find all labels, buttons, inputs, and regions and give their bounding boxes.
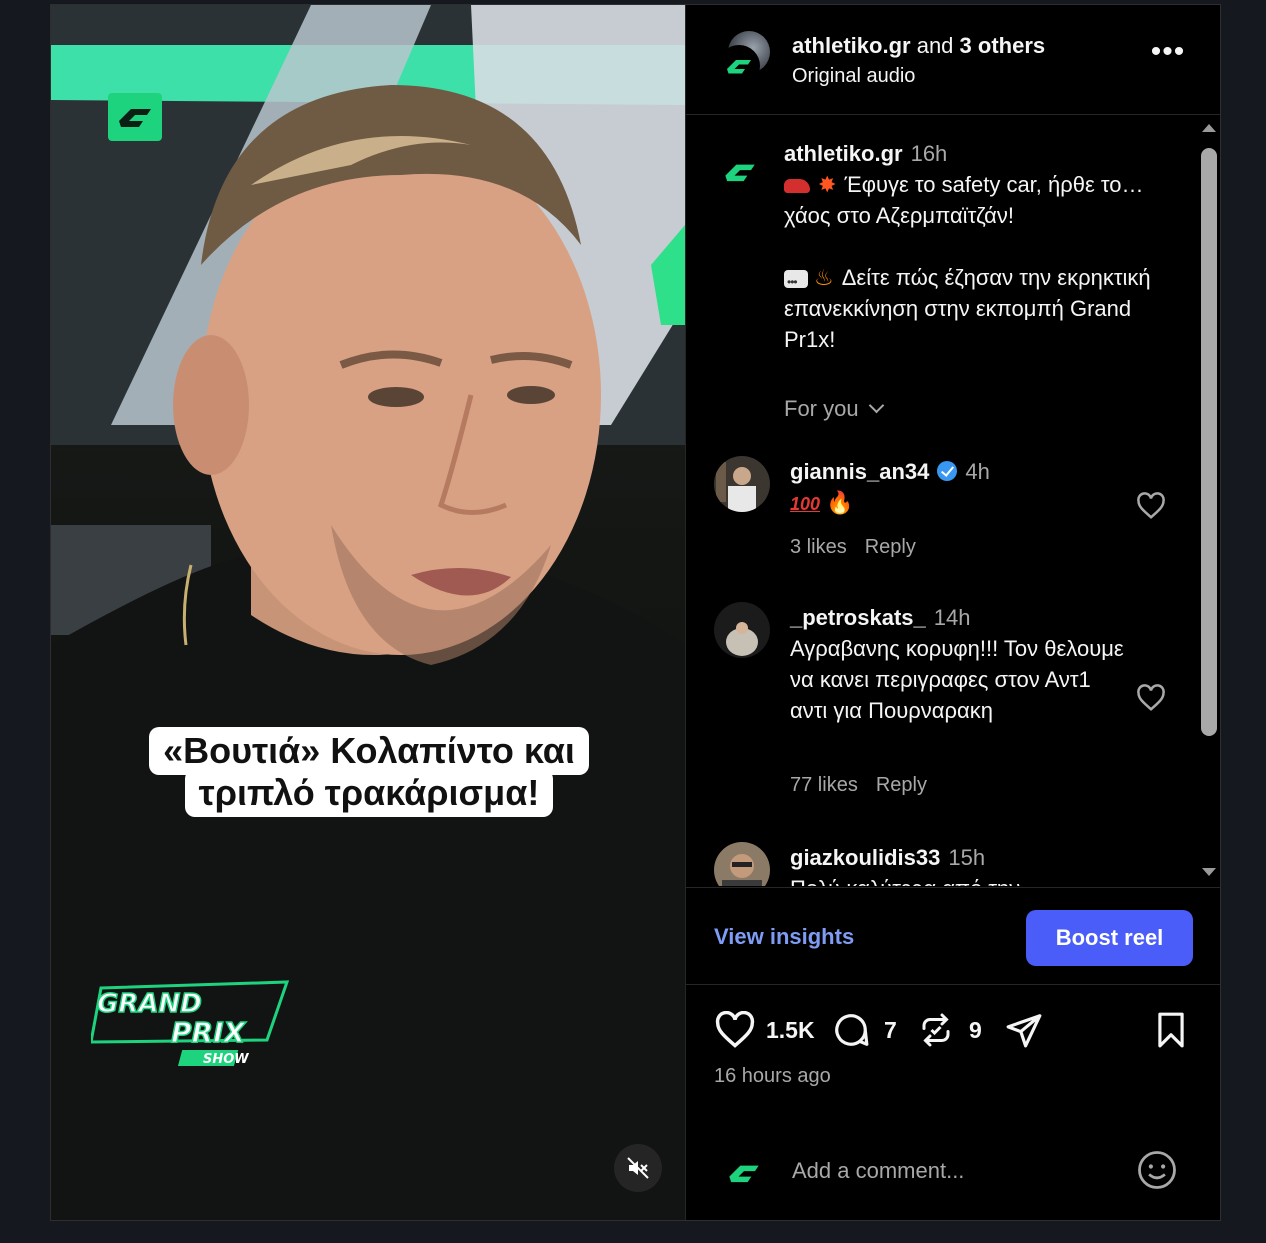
engagement-stats: 1.5K 7 9 16 hours ago [686,987,1220,1107]
header-title[interactable]: athletiko.gr and 3 others [792,33,1045,59]
like-heart-icon[interactable] [714,1011,756,1049]
scrollbar-thumb[interactable] [1201,148,1217,736]
speech-bubble-icon [784,267,808,298]
reel-video[interactable]: GRAND PRIX SHOW «Βουτιά» Κολαπίντο και τ… [51,5,685,1220]
comment-like-heart-icon[interactable] [1136,492,1166,520]
header-audio[interactable]: Original audio [792,65,915,88]
show-logo-grand: GRAND [97,989,202,1019]
scroll-down-arrow-icon[interactable] [1202,868,1216,876]
chevron-down-icon [868,397,884,414]
comment-sort-label: For you [784,396,859,421]
comment-username[interactable]: _petroskats_ [790,605,926,630]
comment-composer [686,1133,1220,1213]
comments-list[interactable]: athletiko.gr 16h ✸ Έφυγε το safety car, ήρ… [686,116,1196,886]
header-others[interactable]: 3 others [960,33,1046,58]
save-bookmark-icon[interactable] [1154,1011,1188,1049]
grand-prix-show-logo: GRAND PRIX SHOW [91,980,290,1067]
verified-badge-icon [937,461,958,481]
comment-likes[interactable]: 77 likes [790,774,858,796]
comment-item: giannis_an34 4h 100 🔥 3 likes Reply [714,456,1194,566]
comment-like-heart-icon[interactable] [1136,684,1166,712]
commenter-avatar[interactable] [714,602,770,658]
collision-icon: ✸ [818,172,837,197]
caption-paragraph-1-text: Έφυγε το safety car, ήρθε το… χάος στο Α… [784,172,1144,228]
emoji-picker-icon[interactable] [1136,1149,1178,1191]
comment-time: 14h [933,605,971,630]
reel-actions-bar: View insights Boost reel [686,887,1220,985]
speaker-muted-icon [627,1157,649,1179]
comments-scrollbar[interactable] [1196,116,1220,886]
comment-bubble-icon[interactable] [832,1011,870,1049]
mute-button[interactable] [614,1144,662,1192]
caption-author-avatar[interactable] [718,150,762,194]
video-caption-line-2: τριπλό τρακάρισμα! [184,769,554,817]
fire-icon: ♨ [814,265,834,290]
comment-text-emoji: 🔥 [826,490,854,515]
comment-sort-dropdown[interactable]: For you [784,396,884,422]
show-logo-show: SHOW [203,1052,249,1067]
more-options-button[interactable]: ••• [1148,37,1188,73]
boost-reel-button[interactable]: Boost reel [1026,910,1193,966]
comment-username[interactable]: giazkoulidis33 [790,845,940,870]
reel-modal: GRAND PRIX SHOW «Βουτιά» Κολαπίντο και τ… [50,4,1221,1221]
share-send-icon[interactable] [1004,1011,1044,1049]
reel-side-panel: athletiko.gr and 3 others Original audio… [685,5,1220,1220]
commenter-avatar[interactable] [714,842,770,886]
show-logo-prix: PRIX [171,1016,247,1049]
comment-reply-button[interactable]: Reply [876,774,927,796]
caption-paragraph-1: ✸ Έφυγε το safety car, ήρθε το… χάος στο … [784,169,1184,231]
comment-text: Πολύ καλύτερα από την [790,873,1120,886]
athletiko-logo-icon [725,164,755,182]
video-caption-line-1: «Βουτιά» Κολαπίντο και [149,727,589,775]
header-author[interactable]: athletiko.gr [792,33,911,58]
comment-time: 4h [965,459,990,484]
author-avatar [718,45,760,87]
caption-time: 16h [910,141,948,166]
caption-username[interactable]: athletiko.gr [784,141,903,166]
repost-icon[interactable] [918,1011,954,1049]
comment-text: 100 🔥 [790,487,1120,520]
reposts-count[interactable]: 9 [969,1017,982,1044]
posted-time: 16 hours ago [714,1065,831,1087]
hundred-points-icon: 100 [790,494,821,514]
comment-item: _petroskats_ 14h Αγραβανης κορυφη!!! Τον … [714,602,1194,812]
collab-avatars[interactable] [718,31,770,87]
more-dots-icon: ••• [1150,35,1186,68]
scroll-up-arrow-icon[interactable] [1202,124,1216,132]
comment-likes[interactable]: 3 likes [790,536,847,558]
comment-meta: 3 likes Reply [790,536,934,559]
comments-count[interactable]: 7 [884,1017,897,1044]
add-comment-input[interactable] [792,1153,1112,1189]
caption-paragraph-2: ♨Δείτε πώς έζησαν την εκρηκτική επανεκκί… [784,262,1184,355]
header-connector: and [916,33,954,58]
athletiko-logo-icon [727,60,751,74]
view-insights-link[interactable]: View insights [714,924,854,950]
post-header: athletiko.gr and 3 others Original audio… [686,5,1220,115]
commenter-avatar[interactable] [714,456,770,512]
likes-count[interactable]: 1.5K [766,1017,815,1044]
racecar-icon [784,179,810,194]
comment-text: Αγραβανης κορυφη!!! Τον θελουμε να κανει… [790,636,1124,723]
channel-logo-icon [108,93,162,141]
comment-meta: 77 likes Reply [790,774,945,797]
comment-username[interactable]: giannis_an34 [790,459,929,484]
comment-time: 15h [948,845,986,870]
video-caption: «Βουτιά» Κολαπίντο και τριπλό τρακάρισμα… [139,727,599,817]
caption-paragraph-2-text: Δείτε πώς έζησαν την εκρηκτική επανεκκίν… [784,265,1151,352]
comment-reply-button[interactable]: Reply [865,536,916,558]
composer-avatar [722,1151,766,1195]
comment-item: giazkoulidis33 15h Πολύ καλύτερα από την [714,842,1194,886]
athletiko-logo-icon [729,1165,759,1183]
